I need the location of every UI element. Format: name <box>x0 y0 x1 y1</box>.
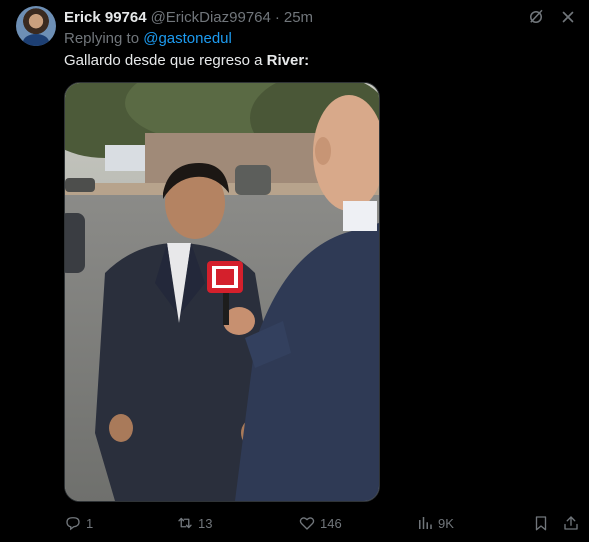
retweet-icon <box>178 517 192 529</box>
like-button[interactable]: 146 <box>298 512 342 534</box>
share-button[interactable] <box>562 512 580 534</box>
bookmark-icon <box>535 516 547 531</box>
views-count: 9K <box>438 515 454 531</box>
timestamp[interactable]: 25m <box>284 9 313 26</box>
like-icon <box>299 517 315 530</box>
share-icon <box>564 516 578 530</box>
avatar[interactable] <box>16 6 56 46</box>
tweet-text: Gallardo desde que regreso a River: <box>64 52 309 69</box>
user-handle[interactable]: @ErickDiaz99764 <box>151 9 271 26</box>
retweet-count: 13 <box>198 515 213 531</box>
tweet-header: Erick 99764 @ErickDiaz99764 · 25m <box>64 7 525 27</box>
separator: · <box>274 8 280 26</box>
reply-icon <box>66 517 80 531</box>
views-button[interactable]: 9K <box>416 512 454 534</box>
tweet-actions: 1 13 146 9K <box>64 512 579 534</box>
more-icon[interactable] <box>557 6 579 28</box>
top-actions <box>525 6 579 28</box>
views-icon <box>419 517 432 529</box>
reply-button[interactable]: 1 <box>64 512 93 534</box>
tweet-photo[interactable] <box>64 82 380 502</box>
grok-icon[interactable] <box>525 6 547 28</box>
reply-count: 1 <box>86 515 94 531</box>
replying-to: Replying to @gastonedul <box>64 30 232 47</box>
tweet-text-bold: River: <box>266 52 310 69</box>
replying-prefix: Replying to <box>64 30 144 47</box>
mention-link[interactable]: @gastonedul <box>143 30 232 47</box>
retweet-button[interactable]: 13 <box>176 512 212 534</box>
like-count: 146 <box>320 515 342 531</box>
tweet-text-plain: Gallardo desde que regreso a <box>64 52 267 69</box>
bookmark-button[interactable] <box>532 512 550 534</box>
display-name[interactable]: Erick 99764 <box>64 9 147 26</box>
